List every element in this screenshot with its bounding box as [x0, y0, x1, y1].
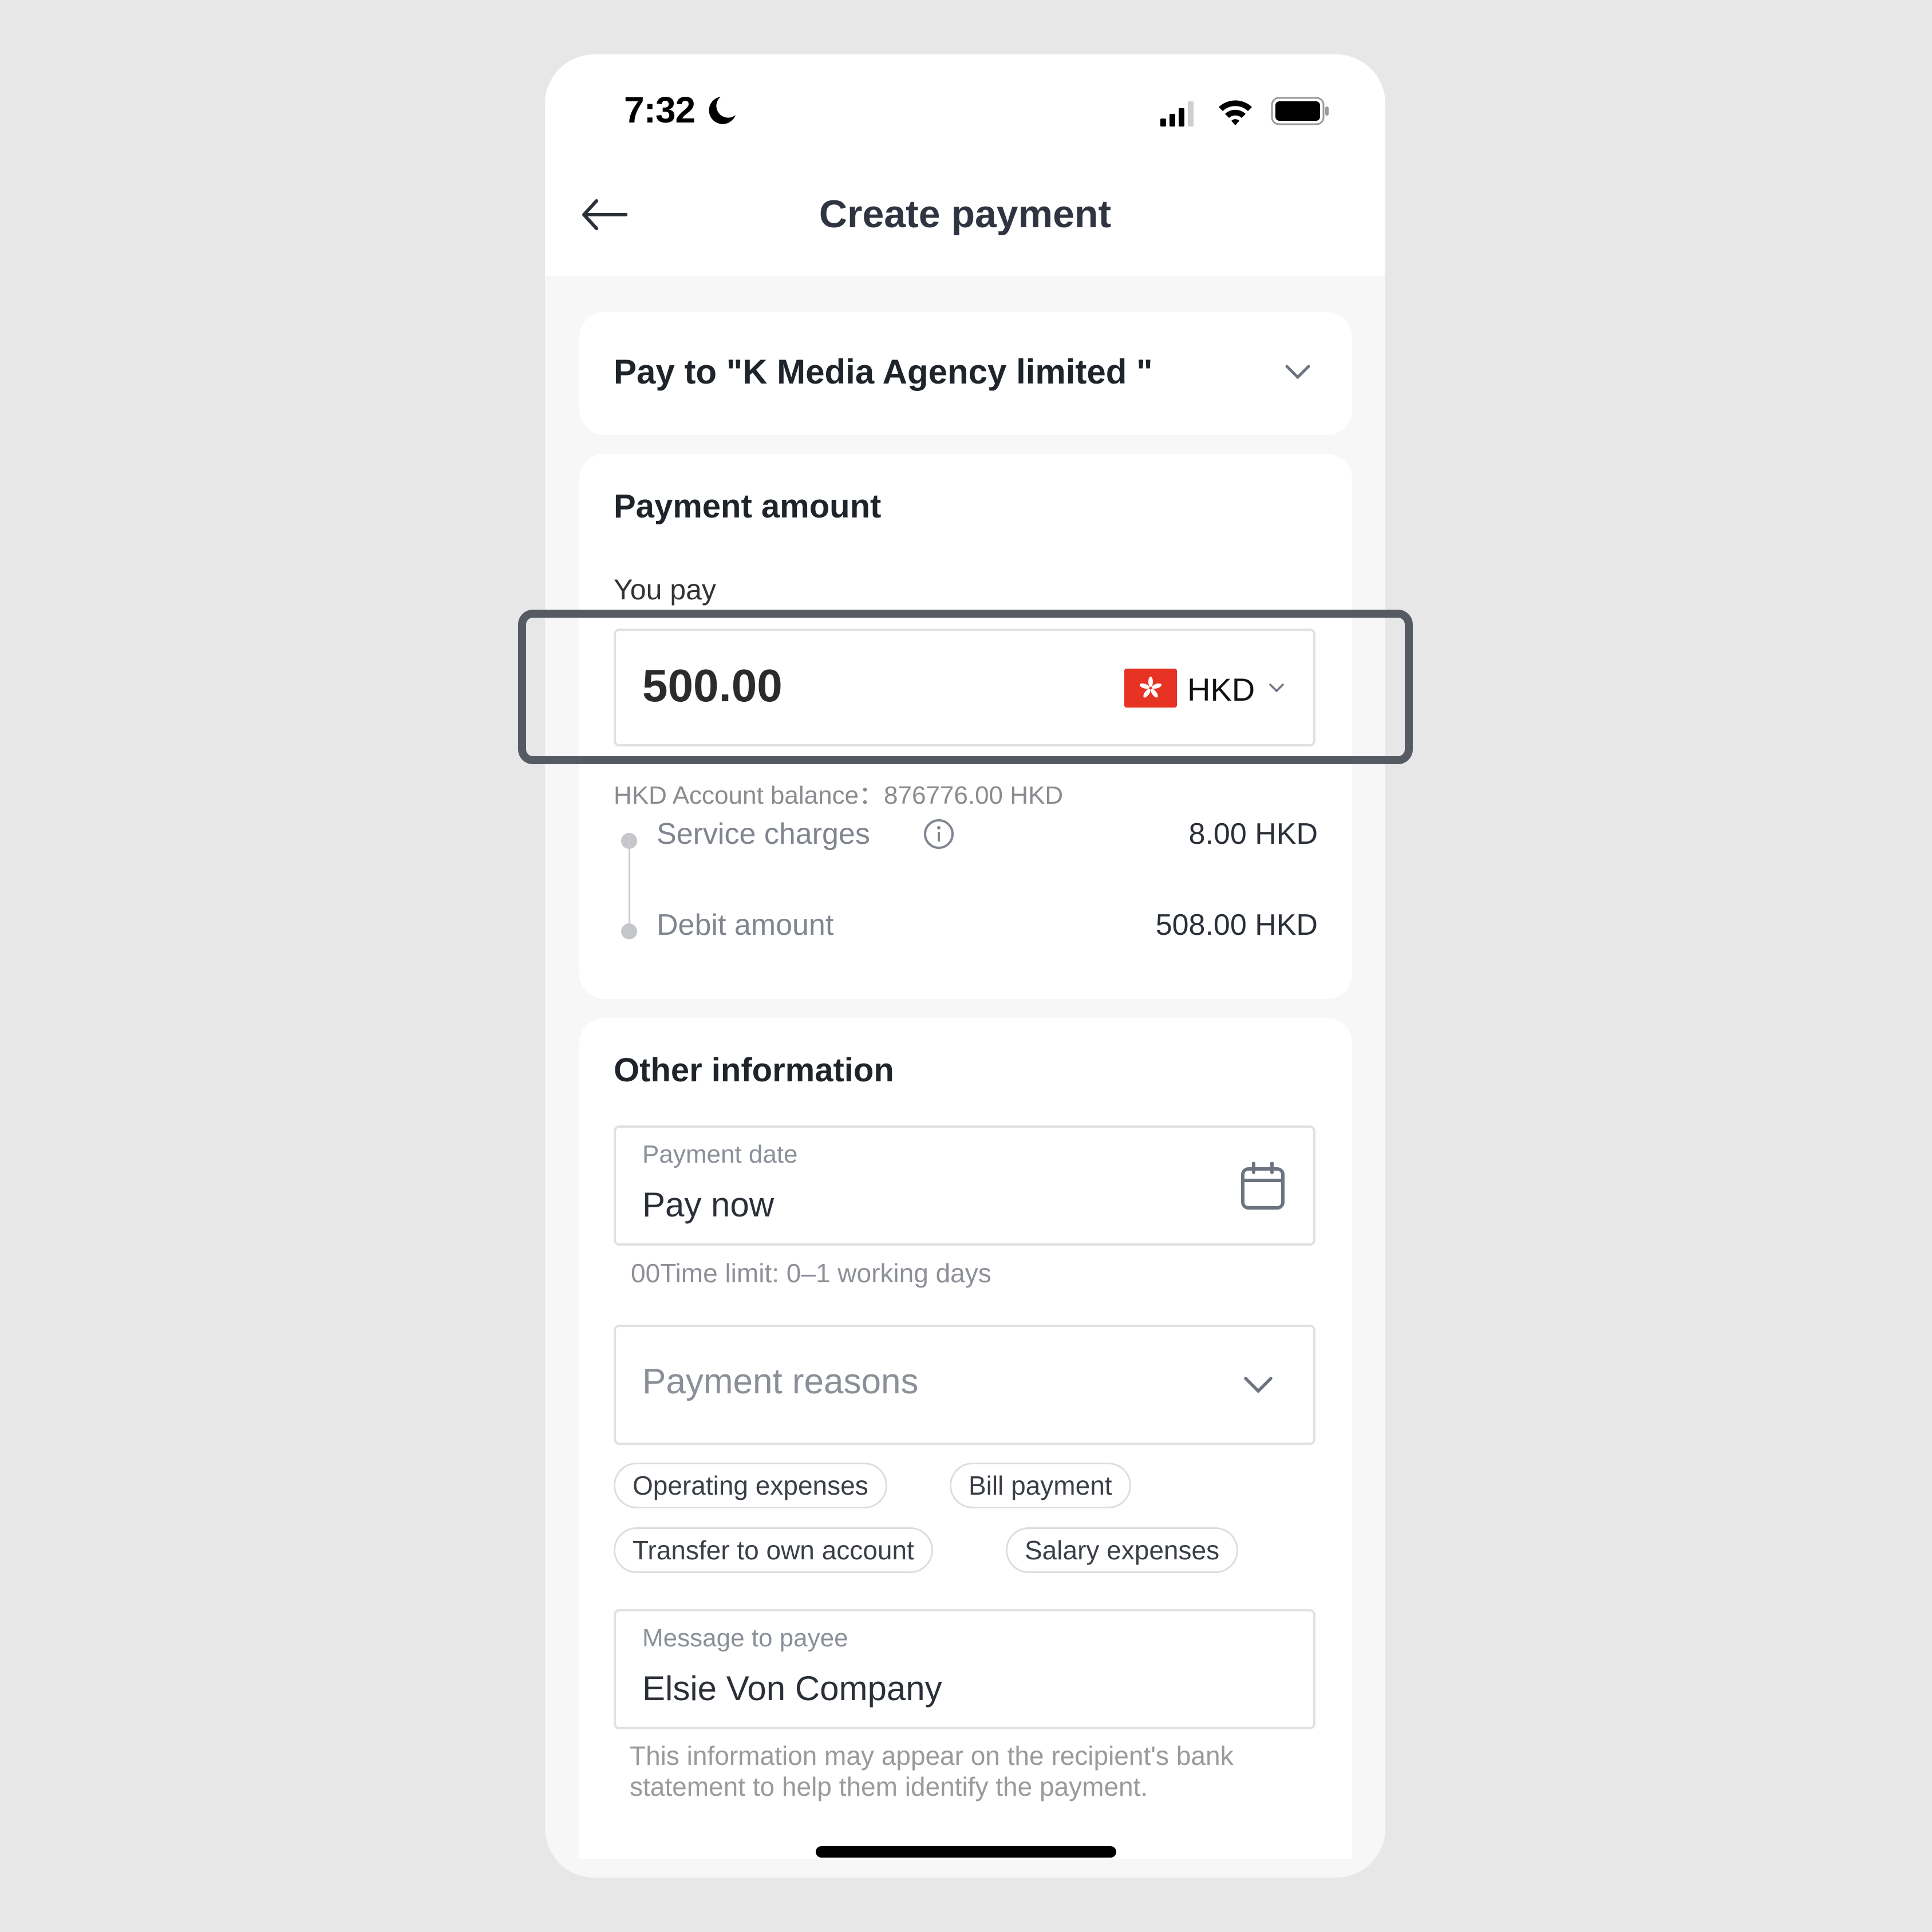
- status-time: 7:32: [624, 89, 696, 131]
- you-pay-label: You pay: [614, 574, 716, 606]
- currency-selector[interactable]: HKD: [1187, 671, 1255, 708]
- page-title: Create payment: [819, 192, 1112, 236]
- service-charges-value: 8.00 HKD: [1188, 817, 1318, 851]
- message-to-payee-label: Message to payee: [642, 1624, 848, 1652]
- home-indicator[interactable]: [816, 1846, 1116, 1858]
- other-information-card: Other information Payment date Pay now 0…: [579, 1018, 1352, 1859]
- phone-screen: 7:32 Create payment Pay to "K Media Agen…: [545, 54, 1385, 1878]
- chevron-down-icon: [1285, 365, 1310, 380]
- other-information-title: Other information: [614, 1052, 894, 1089]
- message-to-payee-field[interactable]: Message to payee Elsie Von Company: [614, 1609, 1315, 1729]
- service-charges-label: Service charges: [657, 817, 870, 851]
- amount-input[interactable]: 500.00 HKD: [614, 629, 1315, 746]
- timeline-line: [629, 835, 630, 925]
- reason-chip[interactable]: Operating expenses: [614, 1463, 887, 1508]
- payment-date-label: Payment date: [642, 1140, 798, 1168]
- info-icon[interactable]: [923, 818, 955, 850]
- payee-selector[interactable]: Pay to "K Media Agency limited ": [579, 312, 1352, 435]
- signal-icon: [1160, 101, 1194, 127]
- debit-amount-value: 508.00 HKD: [1155, 908, 1318, 942]
- account-balance: HKD Account balance：876776.00 HKD: [614, 781, 1064, 809]
- payment-reasons-dropdown[interactable]: Payment reasons: [614, 1325, 1315, 1445]
- timeline-dot: [621, 923, 637, 939]
- top-bar: 7:32 Create payment: [545, 54, 1385, 276]
- amount-value[interactable]: 500.00: [642, 659, 783, 712]
- message-to-payee-value[interactable]: Elsie Von Company: [642, 1669, 942, 1708]
- reason-chip[interactable]: Bill payment: [950, 1463, 1131, 1508]
- payment-date-field[interactable]: Payment date Pay now: [614, 1125, 1315, 1246]
- debit-amount-label: Debit amount: [657, 908, 834, 942]
- payment-reasons-placeholder: Payment reasons: [642, 1362, 919, 1401]
- message-hint: This information may appear on the recip…: [630, 1741, 1234, 1801]
- chevron-down-icon[interactable]: [1269, 682, 1285, 694]
- battery-icon: [1271, 97, 1329, 125]
- chevron-down-icon: [1244, 1377, 1273, 1393]
- hong-kong-flag-icon: [1124, 669, 1177, 708]
- payment-amount-card: Payment amount You pay 500.00 HKD HKD Ac…: [579, 454, 1352, 999]
- payment-amount-title: Payment amount: [614, 488, 882, 525]
- payee-label: Pay to "K Media Agency limited ": [614, 353, 1153, 391]
- reason-chip[interactable]: Transfer to own account: [614, 1527, 933, 1573]
- time-limit-hint: 00Time limit: 0–1 working days: [631, 1258, 991, 1288]
- reason-chip[interactable]: Salary expenses: [1006, 1527, 1239, 1573]
- calendar-icon[interactable]: [1240, 1162, 1286, 1210]
- wifi-icon: [1219, 100, 1252, 125]
- moon-icon: [709, 97, 736, 124]
- payment-date-value: Pay now: [642, 1186, 775, 1224]
